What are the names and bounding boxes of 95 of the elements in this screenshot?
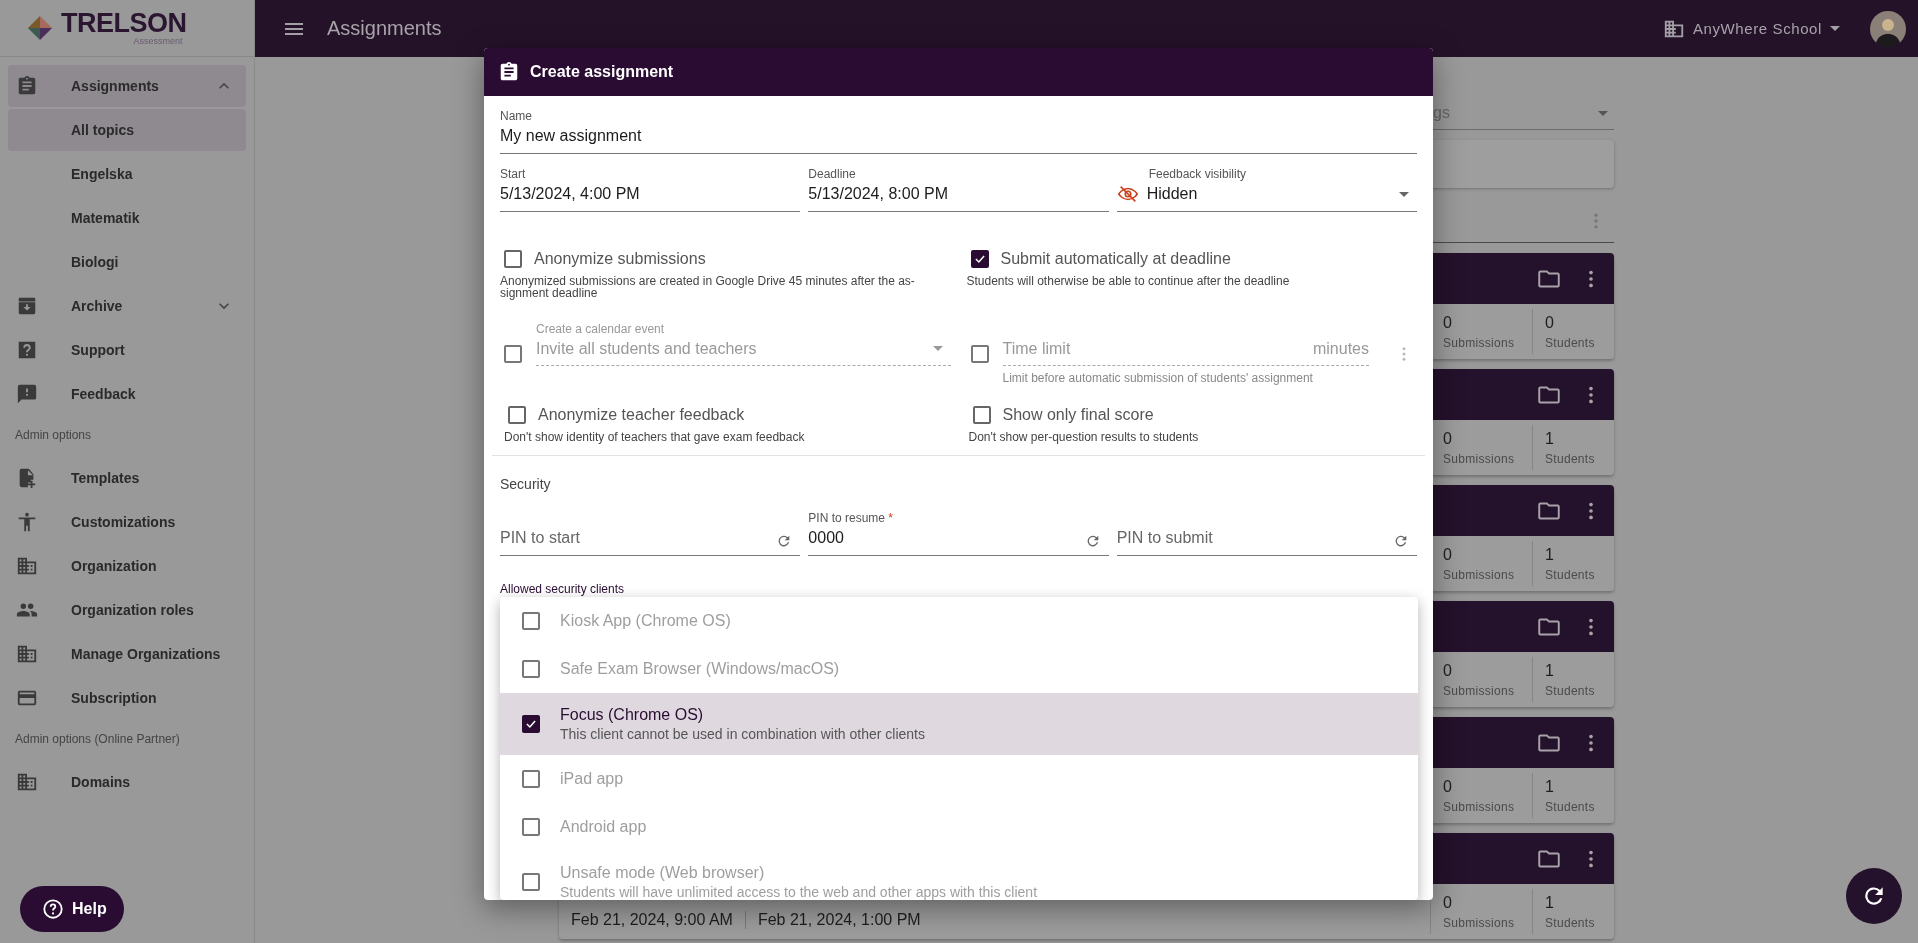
organization-selector[interactable]: AnyWhere School xyxy=(1662,17,1840,40)
deadline-field[interactable]: Deadline 5/13/2024, 8:00 PM xyxy=(808,166,1109,212)
logo-text: TRELSON xyxy=(61,10,187,36)
sidebar-item[interactable]: Manage Organizations xyxy=(8,633,246,675)
section-header: Admin options xyxy=(14,427,93,444)
sidebar-item[interactable]: Archive xyxy=(8,285,246,327)
student-count: 1 xyxy=(1545,661,1555,680)
section-header: Admin options (Online Partner) xyxy=(14,731,181,748)
checkbox[interactable]: Submit automatically at deadline xyxy=(966,250,1417,268)
start-field[interactable]: Start 5/13/2024, 4:00 PM xyxy=(500,166,801,212)
person-icon xyxy=(16,511,38,533)
stat-label: Submissions xyxy=(1443,335,1516,350)
sidebar-item[interactable]: Customizations xyxy=(8,501,246,543)
name-field[interactable]: Name My new assignment xyxy=(500,108,1417,154)
help-button[interactable]: Help xyxy=(20,886,124,932)
hint-text: Students will otherwise be able to continue after the deadline xyxy=(966,275,1291,287)
menu-item-label: iPad app xyxy=(560,770,624,788)
checkbox[interactable]: Show only final score xyxy=(968,406,1417,424)
building-icon xyxy=(16,643,38,665)
pin-field[interactable]: PIN to start xyxy=(500,526,801,556)
help-icon xyxy=(42,898,64,920)
stat-label: Submissions xyxy=(1443,799,1516,814)
caret-icon xyxy=(1399,192,1409,197)
sidebar-item[interactable]: Feedback xyxy=(8,373,246,415)
student-count: 1 xyxy=(1545,777,1555,796)
menu-item[interactable]: Focus (Chrome OS) This client cannot be used in combination with other clients xyxy=(500,693,1418,755)
sidebar-subitem[interactable]: Biologi xyxy=(8,241,246,283)
checkbox[interactable]: Anonymize teacher feedback xyxy=(504,406,953,424)
avatar[interactable] xyxy=(1870,10,1906,47)
eye-off-icon xyxy=(1116,183,1139,205)
checkbox[interactable] xyxy=(522,715,540,733)
sidebar-item[interactable]: Domains xyxy=(8,761,246,803)
menu-item-label: Kiosk App (Chrome OS) xyxy=(560,612,731,630)
stat-label: Students xyxy=(1545,683,1596,698)
submission-count: 0 xyxy=(1443,661,1453,680)
sidebar-subitem[interactable]: Matematik xyxy=(8,197,246,239)
menu-item-hint: This client cannot be used in combination with other clients xyxy=(560,726,925,742)
sidebar-item[interactable]: Organization roles xyxy=(8,589,246,631)
student-count: 1 xyxy=(1545,429,1555,448)
sidebar-item[interactable]: Templates xyxy=(8,457,246,499)
stat-label: Submissions xyxy=(1443,567,1516,582)
stat-label: Students xyxy=(1545,451,1596,466)
help-icon xyxy=(16,339,38,361)
refresh-icon[interactable] xyxy=(1393,533,1409,549)
hint-text: Limit before automatic submission of students' assignment xyxy=(1002,372,1314,384)
caret-icon xyxy=(1830,26,1840,31)
field-label: Allowed security clients xyxy=(500,582,626,596)
caret-icon xyxy=(1598,110,1608,116)
stat-label: Students xyxy=(1545,799,1596,814)
menu-item-label: Safe Exam Browser (Windows/macOS) xyxy=(560,660,840,678)
menu-item-label: Android app xyxy=(560,818,647,836)
page-title: Assignments xyxy=(327,17,442,40)
sidebar-item[interactable]: Support xyxy=(8,329,246,371)
submission-count: 0 xyxy=(1443,893,1453,912)
submission-count: 0 xyxy=(1443,313,1453,332)
sidebar-item[interactable]: Organization xyxy=(8,545,246,587)
building-icon xyxy=(16,771,38,793)
feedback-icon xyxy=(16,383,38,405)
sidebar-subitem[interactable]: Engelska xyxy=(8,153,246,195)
section-title: Security xyxy=(500,476,552,492)
submission-count: 0 xyxy=(1443,429,1453,448)
start-date: Feb 21, 2024, 9:00 AM xyxy=(571,911,734,929)
stat-label: Submissions xyxy=(1443,915,1516,930)
logo-icon xyxy=(27,15,53,41)
feedback-visibility-select[interactable]: Feedback visibility Hidden xyxy=(1116,166,1417,212)
menu-item-label: Unsafe mode (Web browser) xyxy=(560,864,766,882)
building-icon xyxy=(16,555,38,577)
caret-icon xyxy=(932,346,943,351)
clipboard-icon xyxy=(16,75,38,97)
submission-count: 0 xyxy=(1443,777,1453,796)
sidebar-item[interactable]: Subscription xyxy=(8,677,246,719)
menu-item-hint: Students will have unlimited access to the web and other apps with this client xyxy=(560,884,1038,900)
archive-icon xyxy=(16,295,38,317)
menu-item-label: Focus (Chrome OS) xyxy=(560,706,705,724)
stat-label: Submissions xyxy=(1443,451,1516,466)
checkbox[interactable]: Anonymize submissions xyxy=(500,250,951,268)
hint-text: Don't show per-question results to students xyxy=(968,431,1200,443)
refresh-button[interactable] xyxy=(1846,868,1902,924)
sidebar-item[interactable]: Assignments xyxy=(8,65,246,107)
hint-text: Don't show identity of teachers that gave exam feedback xyxy=(504,431,806,443)
student-count: 0 xyxy=(1545,313,1555,332)
clipboard-icon xyxy=(498,61,520,83)
stat-label: Submissions xyxy=(1443,683,1516,698)
hint-text: Anonymized submissions are created in Google Drive 45 minutes after the as-signment deadline xyxy=(500,275,916,299)
stat-label: Students xyxy=(1545,567,1596,582)
dialog-title: Create assignment xyxy=(530,63,674,81)
stat-label: Students xyxy=(1545,335,1596,350)
stat-label: Students xyxy=(1545,915,1596,930)
student-count: 1 xyxy=(1545,545,1555,564)
submission-count: 0 xyxy=(1443,545,1453,564)
pin-field[interactable]: PIN to resume * 0000 xyxy=(808,510,1109,556)
sidebar-subitem[interactable]: All topics xyxy=(8,109,246,151)
deadline-date: Feb 21, 2024, 1:00 PM xyxy=(744,911,933,929)
pin-field[interactable]: PIN to submit xyxy=(1116,526,1417,556)
student-count: 1 xyxy=(1545,893,1555,912)
